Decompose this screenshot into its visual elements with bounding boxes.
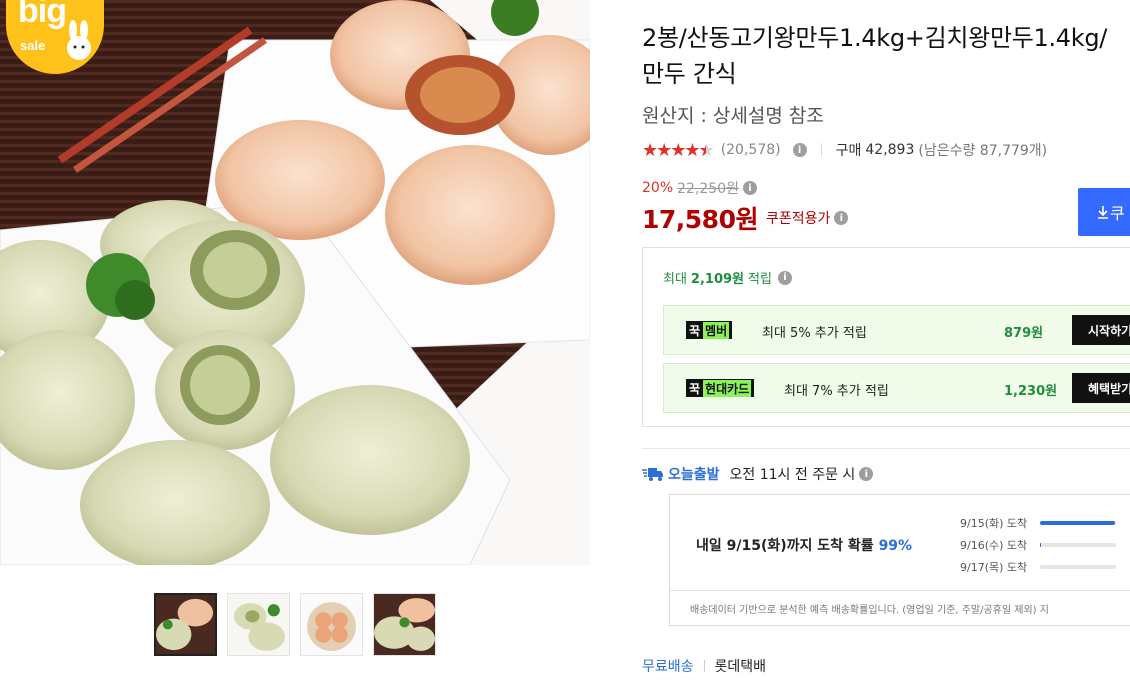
download-icon — [1098, 206, 1108, 219]
rewards-box: 최대 2,109원 적립 i 꾹 멤버 최대 5% 추가 적립 879원 시작하… — [642, 247, 1130, 427]
shipping-row: 오늘출발 오전 11시 전 주문 시 i — [642, 464, 874, 484]
delivery-truck-icon — [642, 468, 663, 481]
coupon-button-label: 쿠 — [1110, 204, 1125, 223]
product-title: 2봉/산동고기왕만두1.4kg+김치왕만두1.4kg/만두 간식 — [642, 24, 1108, 88]
reward-card-hyundai: 꾹 현대카드 최대 7% 추가 적립 1,230원 혜택받기 — [663, 363, 1130, 413]
logo-prefix: 꾹 — [689, 381, 701, 396]
badge-big-text: big — [18, 0, 67, 30]
discount-row: 20% 22,250원 i — [642, 178, 757, 198]
thumbnail-image — [228, 594, 289, 655]
thumbnail-image — [156, 595, 215, 654]
product-main-image: big sale — [0, 0, 590, 565]
carrier-name: 롯데택배 — [714, 659, 767, 675]
info-icon[interactable]: i — [792, 143, 807, 157]
coupon-download-button[interactable]: 쿠 — [1078, 188, 1130, 236]
reward-card-member: 꾹 멤버 최대 5% 추가 적립 879원 시작하기 — [663, 305, 1130, 355]
section-divider — [642, 448, 1130, 449]
discount-rate: 20% — [642, 180, 674, 196]
max-reward-row: 최대 2,109원 적립 i — [663, 268, 792, 287]
logo-brand: 현대카드 — [703, 379, 752, 397]
arrival-day-label: 9/17(목) 도착 — [960, 561, 1028, 574]
thumbnail-image — [301, 594, 362, 655]
coupon-price-label: 쿠폰적용가 — [765, 211, 831, 227]
product-info-panel: 2봉/산동고기왕만두1.4kg+김치왕만두1.4kg/만두 간식 원산지 : 상… — [642, 0, 1130, 687]
rating-stars[interactable]: ★★★★★ — [642, 140, 715, 161]
max-reward-prefix: 최대 — [663, 272, 687, 287]
product-origin: 원산지 : 상세설명 참조 — [642, 105, 824, 127]
arrival-day-label: 9/15(화) 도착 — [960, 517, 1028, 530]
thumbnail-strip — [154, 593, 436, 656]
purchase-count: 42,893 — [865, 142, 915, 158]
bunny-icon — [67, 20, 91, 60]
arrival-probability: 내일 9/15(화)까지 도착 확률 99% — [696, 535, 912, 555]
info-icon[interactable]: i — [834, 211, 849, 225]
thumbnail-3[interactable] — [300, 593, 363, 656]
hyundai-card-logo: 꾹 현대카드 — [686, 379, 755, 397]
today-dispatch-label: 오늘출발 — [668, 467, 720, 483]
info-icon[interactable]: i — [743, 181, 757, 195]
divider — [703, 660, 705, 672]
final-price: 17,580원 — [642, 205, 758, 234]
max-reward-amount: 2,109원 — [690, 272, 745, 287]
start-button[interactable]: 시작하기 — [1072, 315, 1130, 345]
probability-bar — [1040, 565, 1116, 569]
probability-bar-fill — [1040, 521, 1116, 525]
thumbnail-image — [374, 594, 435, 655]
reward-description: 최대 7% 추가 적립 — [784, 384, 889, 399]
arrival-probability-percent: 99% — [878, 538, 913, 554]
free-shipping-label: 무료배송 — [642, 659, 694, 675]
remaining-stock: (남은수량 87,779개) — [918, 143, 1048, 159]
info-icon[interactable]: i — [777, 270, 792, 285]
probability-bar-fill — [1040, 543, 1041, 547]
reward-amount: 879원 — [1004, 326, 1044, 341]
logo-prefix: 꾹 — [689, 323, 701, 338]
logo-brand: 멤버 — [703, 321, 730, 339]
thumbnail-2[interactable] — [227, 593, 290, 656]
get-benefit-button[interactable]: 혜택받기 — [1072, 373, 1130, 403]
price-row: 17,580원 쿠폰적용가 i — [642, 200, 849, 236]
arrival-probability-text: 내일 9/15(화)까지 도착 확률 — [696, 538, 874, 554]
purchase-label: 구매 — [835, 143, 862, 159]
rating-row: ★★★★★ (20,578) i 구매 42,893 (남은수량 87,779개… — [642, 139, 1047, 161]
delivery-prediction-box: 내일 9/15(화)까지 도착 확률 99% 9/15(화) 도착 9/16(수… — [669, 494, 1130, 626]
member-logo: 꾹 멤버 — [686, 321, 733, 339]
prediction-summary: 내일 9/15(화)까지 도착 확률 99% 9/15(화) 도착 9/16(수… — [670, 495, 1130, 591]
probability-bar — [1040, 543, 1116, 547]
original-price: 22,250원 — [677, 181, 739, 197]
dumpling-photo — [0, 0, 590, 565]
max-reward-suffix: 적립 — [748, 272, 772, 287]
prediction-note: 배송데이터 기반으로 분석한 예측 배송확률입니다. (영업일 기준, 주말/공… — [690, 605, 1049, 616]
thumbnail-1[interactable] — [154, 593, 217, 656]
review-count[interactable]: (20,578) — [721, 142, 781, 158]
divider — [820, 143, 822, 157]
reward-description: 최대 5% 추가 적립 — [762, 326, 867, 341]
dispatch-condition: 오전 11시 전 주문 시 — [729, 467, 856, 483]
arrival-day-label: 9/16(수) 도착 — [960, 539, 1028, 552]
reward-amount: 1,230원 — [1004, 384, 1058, 399]
badge-sale-text: sale — [20, 38, 46, 53]
delivery-fee-row: 무료배송 롯데택배 — [642, 656, 766, 676]
probability-bar — [1040, 521, 1116, 525]
info-icon[interactable]: i — [859, 467, 874, 481]
thumbnail-4[interactable] — [373, 593, 436, 656]
half-star-icon: ★ — [699, 140, 715, 161]
